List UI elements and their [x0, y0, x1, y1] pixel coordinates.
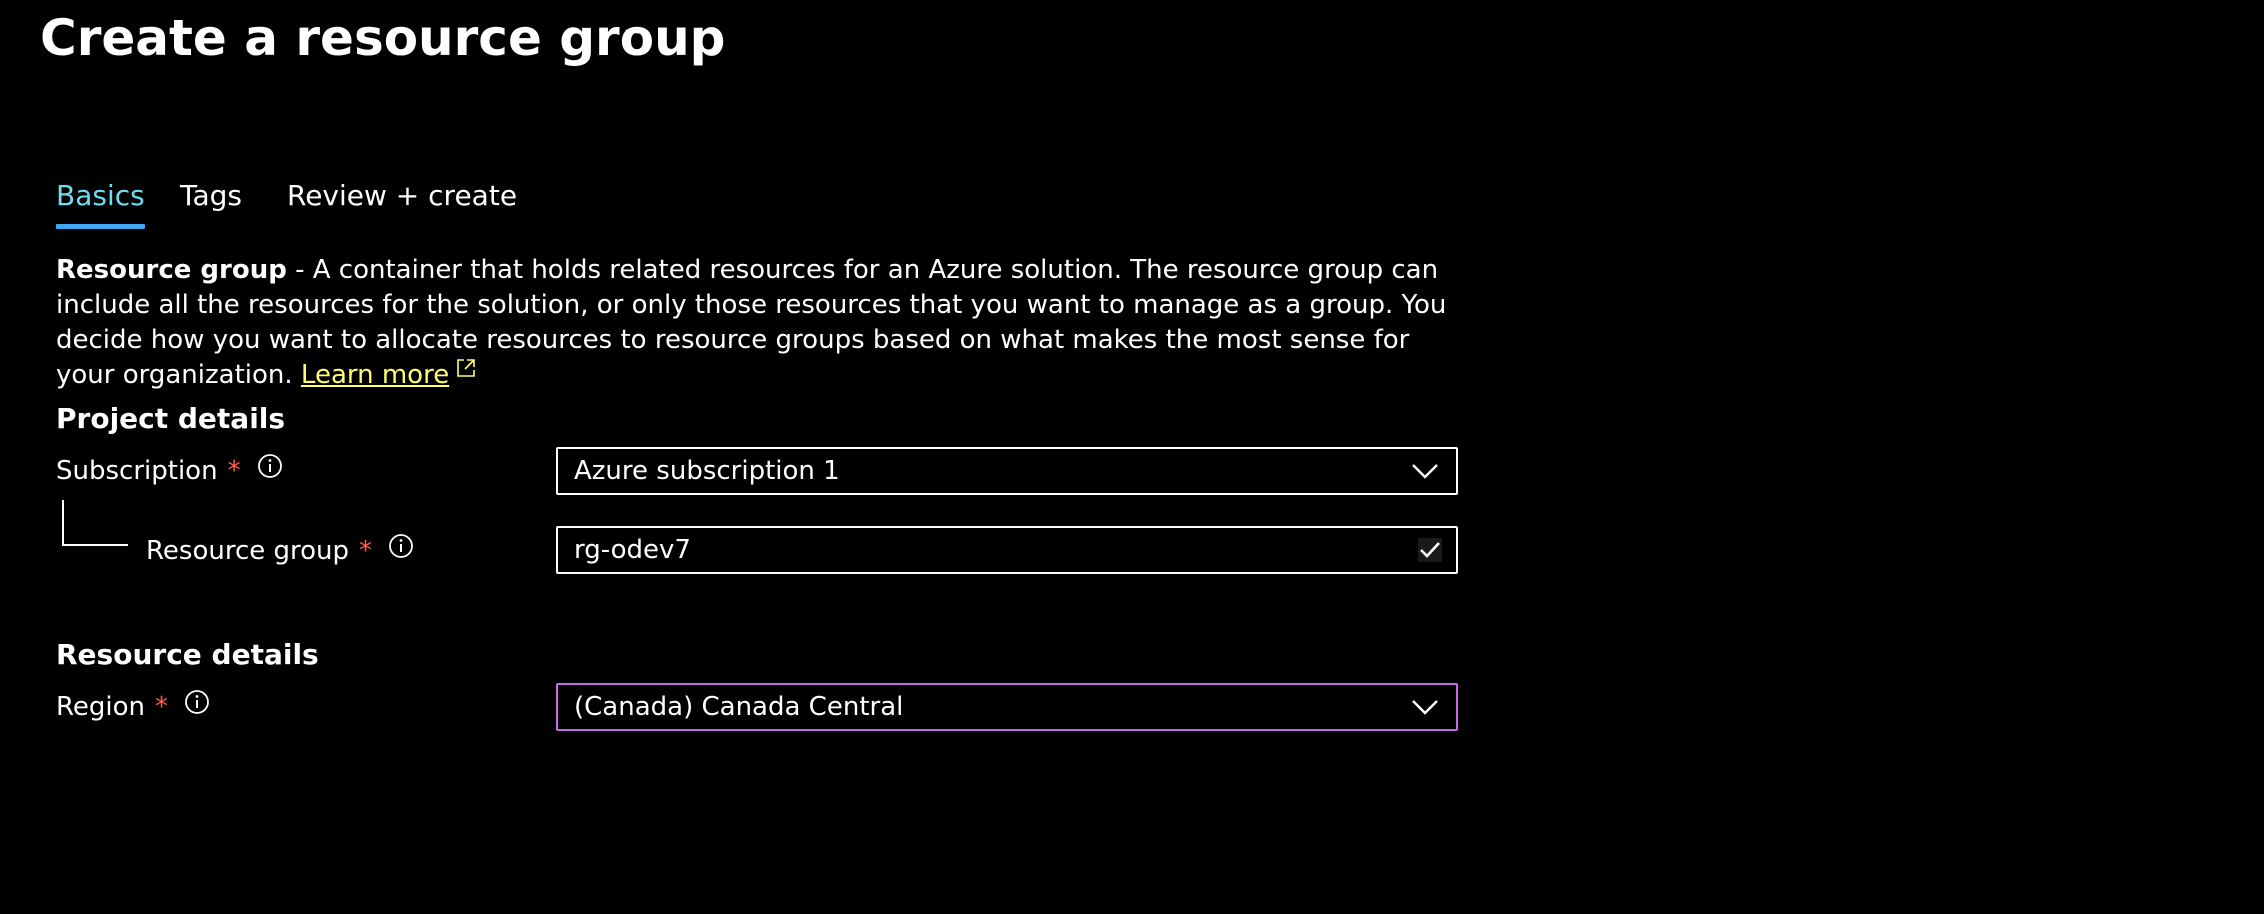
info-icon[interactable]: [184, 689, 210, 725]
tab-review-create-label: Review + create: [287, 179, 518, 212]
tab-tags-label: Tags: [180, 179, 242, 212]
active-tab-indicator: [56, 224, 145, 229]
tab-review-create[interactable]: Review + create: [287, 176, 517, 216]
description-term: Resource group: [56, 255, 287, 285]
region-value: (Canada) Canada Central: [574, 692, 904, 722]
chevron-down-icon: [1412, 700, 1438, 715]
info-icon[interactable]: [388, 533, 414, 569]
resource-group-label-text: Resource group: [146, 536, 350, 566]
hierarchy-connector: [62, 500, 128, 546]
tab-basics-label: Basics: [56, 179, 145, 212]
resource-group-input-box[interactable]: [556, 526, 1458, 574]
region-dropdown[interactable]: (Canada) Canada Central: [556, 683, 1458, 731]
check-icon: [1418, 538, 1442, 562]
subscription-dropdown[interactable]: Azure subscription 1: [556, 447, 1458, 495]
tab-basics[interactable]: Basics: [56, 176, 145, 229]
resource-details-heading: Resource details: [56, 638, 319, 671]
required-marker: *: [227, 456, 241, 486]
subscription-label-text: Subscription: [56, 456, 218, 486]
project-details-heading: Project details: [56, 402, 286, 435]
subscription-label: Subscription *: [56, 453, 283, 489]
more-icon[interactable]: ···: [612, 18, 644, 48]
resource-group-input[interactable]: [558, 527, 1416, 573]
tab-tags[interactable]: Tags: [180, 176, 242, 216]
resource-group-label: Resource group *: [146, 533, 414, 569]
resource-group-description: Resource group - A container that holds …: [56, 253, 1456, 393]
subscription-value: Azure subscription 1: [574, 456, 840, 486]
required-marker: *: [359, 536, 373, 566]
learn-more-link[interactable]: Learn more: [301, 360, 449, 390]
region-label-text: Region: [56, 692, 146, 722]
info-icon[interactable]: [257, 453, 283, 489]
create-resource-group-page: Create a resource group ··· Basics Tags …: [0, 0, 2264, 914]
external-link-icon[interactable]: [455, 354, 477, 389]
chevron-down-icon: [1412, 464, 1438, 479]
required-marker: *: [155, 692, 169, 722]
region-label: Region *: [56, 689, 210, 725]
